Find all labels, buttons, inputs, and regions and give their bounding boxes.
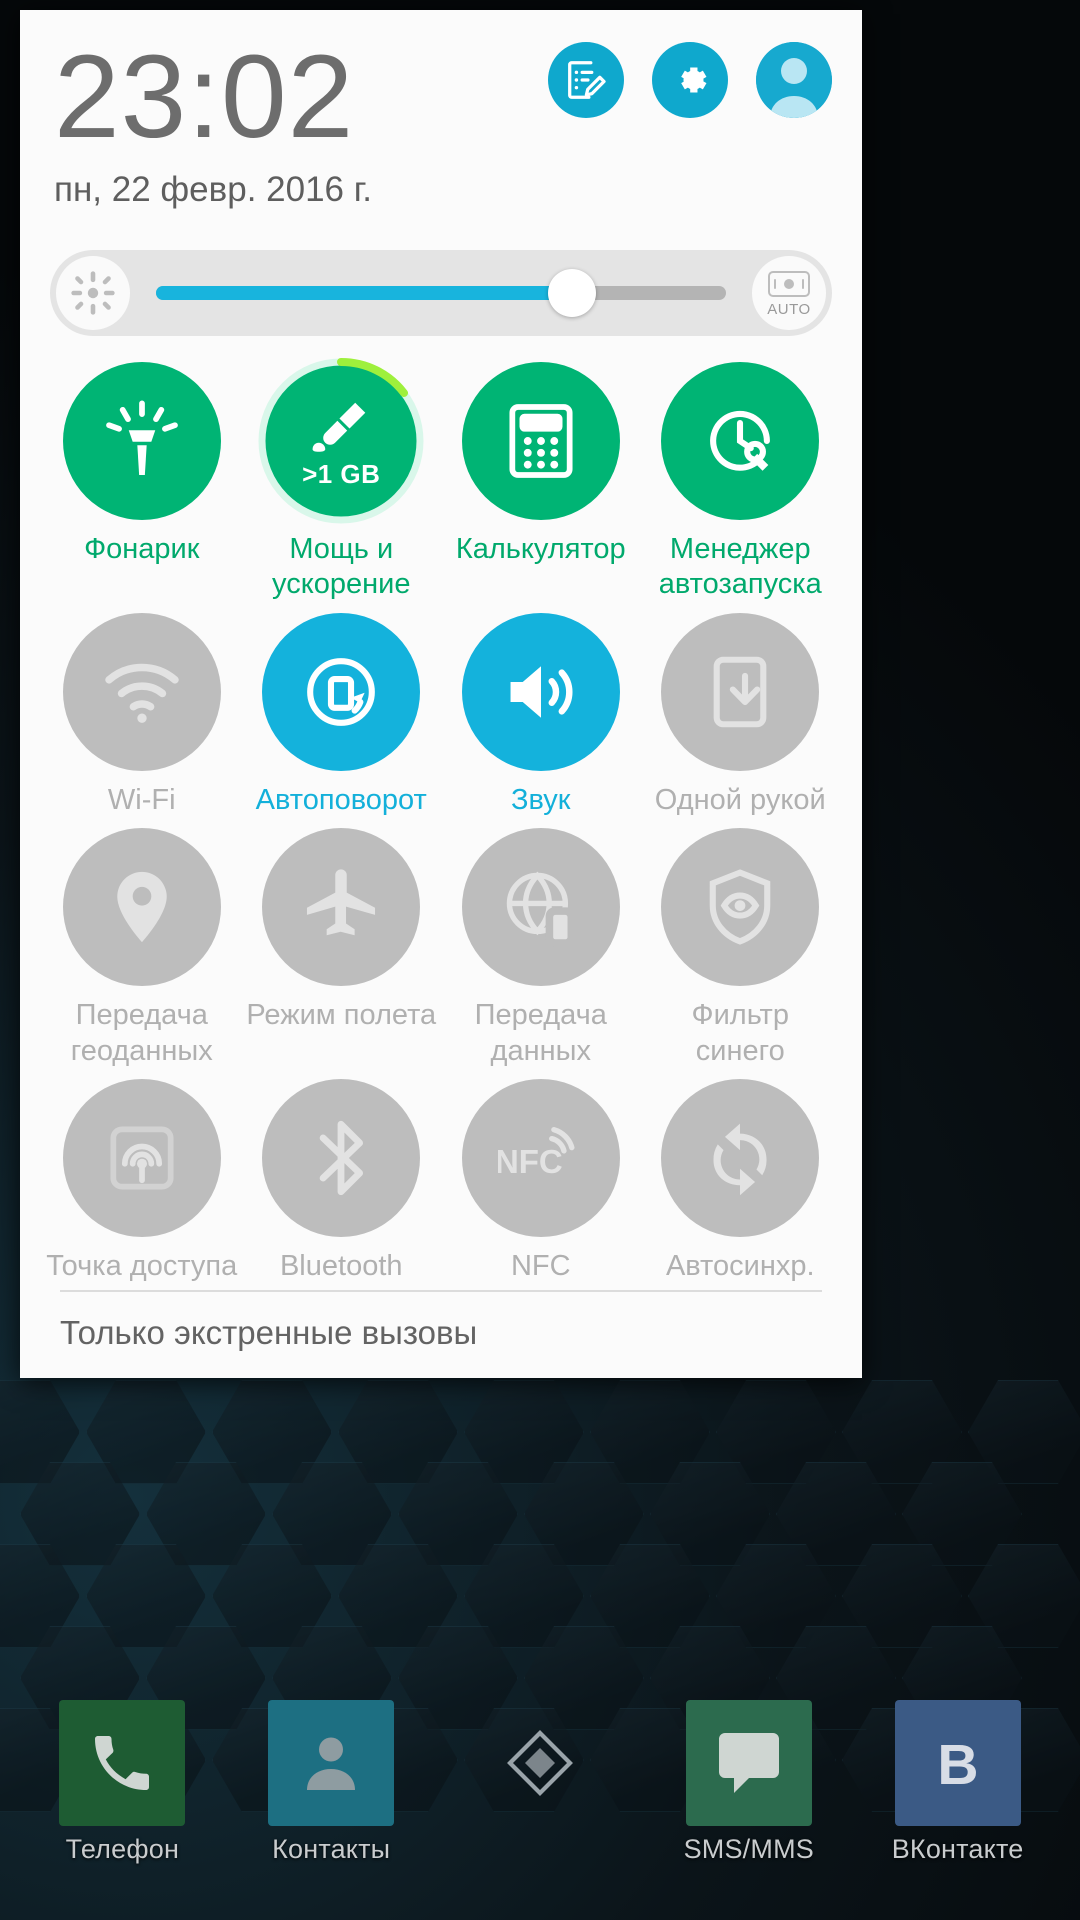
tile-label: Bluetooth	[279, 1249, 403, 1282]
tile-label: Точка доступа	[46, 1249, 238, 1282]
tile-label: Калькулятор	[455, 533, 626, 565]
bluetooth-icon	[262, 1078, 421, 1237]
tile-label: Одной рукой	[654, 783, 826, 816]
brightness-slider-thumb[interactable]	[548, 269, 597, 317]
nfc-icon: NFC	[461, 1078, 620, 1237]
tile-flashlight[interactable]: Фонарик	[42, 358, 242, 603]
tile-hotspot[interactable]: Точка доступа	[42, 1075, 242, 1284]
autostart-icon	[661, 362, 820, 520]
notes-edit-icon[interactable]	[548, 42, 624, 118]
brightness-slider-fill	[156, 286, 573, 300]
svg-text:B: B	[937, 1733, 978, 1797]
tile-label: NFC	[510, 1249, 571, 1282]
tile-label: Wi-Fi	[107, 783, 176, 816]
hotspot-icon	[62, 1078, 221, 1237]
auto-brightness-label: AUTO	[767, 300, 811, 318]
dock-app-vk[interactable]: B ВКонтакте	[873, 1700, 1043, 1865]
gear-icon[interactable]	[652, 42, 728, 118]
tile-label: Фонарик	[84, 533, 200, 565]
diamond-icon	[477, 1700, 603, 1826]
auto-brightness-icon[interactable]: AUTO	[752, 256, 826, 330]
phone-icon	[59, 1700, 186, 1826]
tile-location[interactable]: Передача геоданных	[42, 824, 242, 1069]
dock-app-contacts[interactable]: Контакты	[246, 1700, 416, 1865]
calculator-icon	[461, 362, 620, 520]
date-label: пн, 22 февр. 2016 г.	[54, 170, 372, 209]
dock-label: ВКонтакте	[891, 1834, 1024, 1864]
quick-settings-panel: 23:02 пн, 22 февр. 2016 г. AUTO Фонарик …	[20, 10, 862, 1378]
mobile-data-icon	[461, 828, 620, 987]
one-hand-icon	[661, 612, 820, 771]
tile-boost[interactable]: >1 GB Мощь и ускорение	[242, 357, 442, 603]
vk-icon: B	[894, 1700, 1021, 1826]
tile-bluetooth[interactable]: Bluetooth	[242, 1075, 442, 1284]
autosync-icon	[661, 1078, 820, 1237]
dock-app-diamond[interactable]	[455, 1700, 625, 1834]
panel-header: 23:02 пн, 22 февр. 2016 г.	[20, 10, 862, 242]
wifi-icon	[62, 612, 221, 771]
location-pin-icon	[62, 828, 221, 987]
flashlight-icon	[62, 362, 221, 520]
tile-label: Менеджер автозапуска	[658, 533, 822, 601]
carrier-status-text: Только экстренные вызовы	[60, 1314, 478, 1351]
tile-blue-filter[interactable]: Фильтр синего	[641, 824, 841, 1069]
boost-brush-icon: >1 GB	[258, 357, 424, 524]
tile-label: Режим полета	[246, 999, 437, 1032]
sound-icon	[461, 612, 620, 771]
home-dock: Телефон Контакты SMS/MMS B ВКонтакте	[0, 1690, 1080, 1920]
autorotate-icon	[262, 612, 421, 771]
phone-screen: Телефон Контакты SMS/MMS B ВКонтакте 23:…	[0, 0, 1080, 1920]
brightness-slider[interactable]	[156, 269, 726, 317]
brightness-row: AUTO	[50, 250, 832, 336]
footer-divider	[60, 1290, 822, 1292]
tile-nfc[interactable]: NFC NFC	[441, 1075, 641, 1284]
tile-label: Мощь и ускорение	[272, 533, 411, 601]
tile-mobile-data[interactable]: Передача данных	[441, 824, 641, 1069]
tile-label: Звук	[511, 783, 571, 816]
boost-badge: >1 GB	[302, 459, 381, 489]
dock-label: SMS/MMS	[683, 1834, 814, 1864]
tile-sound[interactable]: Звук	[441, 609, 641, 818]
tile-label: Автоповорот	[255, 783, 427, 816]
blue-filter-icon	[661, 828, 820, 987]
brush-glyph	[262, 396, 420, 458]
tile-autosync[interactable]: Автосинхр.	[641, 1075, 841, 1284]
brightness-sun-icon[interactable]	[56, 256, 130, 330]
dock-app-sms[interactable]: SMS/MMS	[664, 1700, 834, 1865]
tile-autorotate[interactable]: Автоповорот	[242, 609, 442, 818]
user-avatar[interactable]	[756, 42, 832, 118]
tile-calculator[interactable]: Калькулятор	[441, 358, 641, 603]
tile-label: Передача геоданных	[70, 999, 213, 1067]
tile-one-hand[interactable]: Одной рукой	[641, 609, 841, 818]
panel-footer: Только экстренные вызовы	[20, 1290, 862, 1378]
dock-app-phone[interactable]: Телефон	[37, 1700, 207, 1865]
sms-icon	[685, 1700, 812, 1826]
tiles-grid: Фонарик >1 GB Мощь и ускорение Калькулят…	[20, 336, 862, 1284]
tile-label: Передача данных	[474, 999, 607, 1067]
dock-label: Телефон	[65, 1834, 180, 1864]
tile-autostart-manager[interactable]: Менеджер автозапуска	[641, 358, 841, 603]
header-actions	[548, 42, 832, 118]
tile-airplane-mode[interactable]: Режим полета	[242, 824, 442, 1069]
airplane-icon	[262, 828, 421, 987]
tile-label: Автосинхр.	[665, 1249, 815, 1282]
tile-label: Фильтр синего	[691, 999, 789, 1067]
contacts-icon	[268, 1700, 395, 1826]
tile-wifi[interactable]: Wi-Fi	[42, 609, 242, 818]
dock-label: Контакты	[272, 1834, 391, 1864]
svg-text:NFC: NFC	[498, 1143, 563, 1180]
